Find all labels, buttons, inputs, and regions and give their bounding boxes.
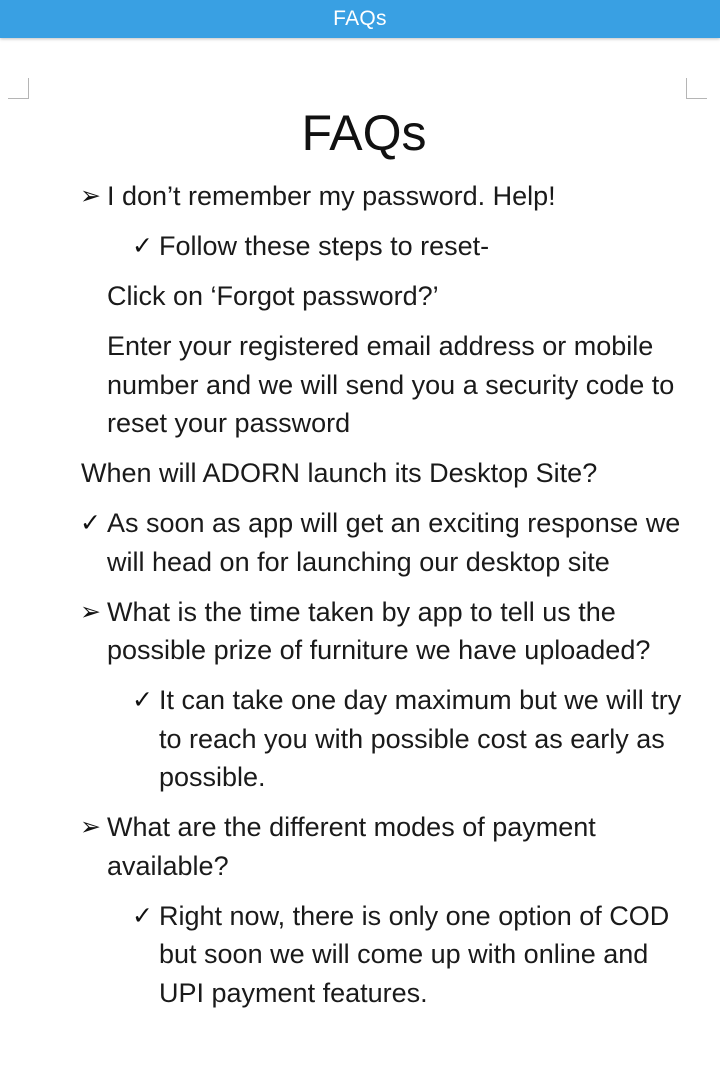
faq-answer-3: ✓ It can take one day maximum but we wil… bbox=[0, 681, 694, 797]
faq-question-1: ➢ I don’t remember my password. Help! bbox=[0, 177, 697, 216]
faq-answer-text: It can take one day maximum but we will … bbox=[159, 685, 682, 792]
document-page: FAQs ➢ I don’t remember my password. Hel… bbox=[0, 95, 720, 1012]
faq-step-2: Enter your registered email address or m… bbox=[107, 331, 675, 438]
arrow-bullet-icon: ➢ bbox=[80, 597, 101, 626]
arrow-bullet-icon: ➢ bbox=[80, 182, 101, 210]
app-bar: FAQs bbox=[0, 0, 720, 38]
checkmark-icon: ✓ bbox=[132, 232, 153, 260]
faq-question-2: When will ADORN launch its Desktop Site? bbox=[81, 458, 598, 488]
faq-question-text: I don’t remember my password. Help! bbox=[107, 181, 556, 211]
arrow-bullet-icon: ➢ bbox=[80, 813, 101, 841]
faq-answer-1: ✓ Follow these steps to reset- bbox=[0, 227, 694, 266]
checkmark-icon: ✓ bbox=[80, 509, 101, 537]
faq-answer-4: ✓ Right now, there is only one option of… bbox=[0, 897, 694, 1013]
faq-answer-text: Follow these steps to reset- bbox=[159, 231, 490, 261]
faq-answer-text: As soon as app will get an exciting resp… bbox=[107, 508, 681, 577]
faq-step-1: Click on ‘Forgot password?’ bbox=[107, 281, 439, 311]
faq-question-3: ➢ What is the time taken by app to tell … bbox=[0, 593, 697, 670]
faq-answer-text: Right now, there is only one option of C… bbox=[159, 900, 670, 1008]
document-title: FAQs bbox=[301, 105, 427, 161]
faq-question-text: What are the different modes of payment … bbox=[107, 812, 596, 881]
faq-answer-2: ✓ As soon as app will get an exciting re… bbox=[0, 504, 697, 581]
checkmark-icon: ✓ bbox=[132, 686, 153, 714]
app-bar-title: FAQs bbox=[333, 7, 387, 30]
faq-question-4: ➢ What are the different modes of paymen… bbox=[0, 808, 697, 885]
checkmark-icon: ✓ bbox=[132, 901, 153, 930]
faq-question-text: What is the time taken by app to tell us… bbox=[107, 596, 651, 666]
